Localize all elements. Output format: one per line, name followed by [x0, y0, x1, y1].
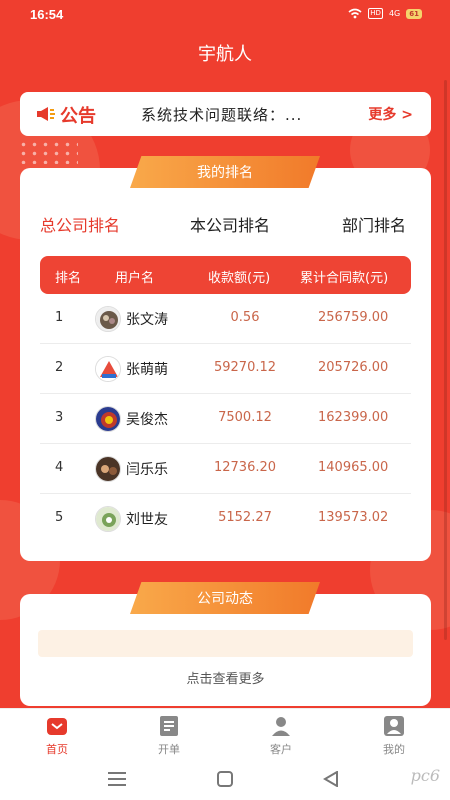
row-username: 张萌萌 — [126, 362, 168, 378]
table-row[interactable]: 1 张文涛 0.56 256759.00 — [40, 294, 411, 344]
home-button-icon[interactable] — [217, 771, 233, 787]
tab-order[interactable]: 开单 — [139, 715, 199, 757]
row-rank: 1 — [55, 310, 64, 325]
avatar — [95, 506, 121, 532]
tab-customer[interactable]: 客户 — [251, 715, 311, 757]
column-header-amount: 收款额(元) — [208, 271, 271, 286]
battery-icon: 61 — [406, 8, 422, 19]
news-card: 公司动态 点击查看更多 — [20, 582, 431, 706]
ranking-card: 我的排名 总公司排名 本公司排名 部门排名 排名 用户名 收款额(元) 累计合同… — [20, 156, 431, 561]
hd-badge: HD — [368, 8, 383, 19]
row-total: 140965.00 — [318, 460, 389, 475]
tab-department-ranking[interactable]: 部门排名 — [342, 212, 406, 236]
notice-tag: 公告 — [60, 106, 96, 127]
system-navbar: pc6 — [0, 760, 450, 800]
ranking-table-header: 排名 用户名 收款额(元) 累计合同款(元) — [40, 256, 411, 294]
row-rank: 2 — [55, 360, 64, 375]
row-username: 刘世友 — [126, 512, 168, 528]
row-total: 205726.00 — [318, 360, 389, 375]
notice-bar[interactable]: 公告 系统技术问题联络：... 更多 > — [20, 92, 431, 136]
news-section-title: 公司动态 — [130, 582, 320, 614]
ranking-tabs: 总公司排名 本公司排名 部门排名 — [20, 212, 431, 242]
notice-more-link[interactable]: 更多 > — [368, 104, 413, 124]
customer-icon — [272, 717, 290, 736]
tab-order-label: 开单 — [158, 743, 180, 756]
column-header-username: 用户名 — [115, 271, 155, 286]
tab-headquarters-ranking[interactable]: 总公司排名 — [40, 212, 120, 236]
back-icon[interactable] — [323, 771, 339, 787]
row-amount: 59270.12 — [213, 360, 277, 375]
row-total: 139573.02 — [318, 510, 389, 525]
home-icon — [47, 718, 67, 735]
row-username: 张文涛 — [126, 312, 168, 328]
row-total: 256759.00 — [318, 310, 389, 325]
row-amount: 7500.12 — [218, 410, 272, 425]
column-header-total: 累计合同款(元) — [300, 271, 389, 286]
row-username: 吴俊杰 — [126, 412, 168, 428]
row-total: 162399.00 — [318, 410, 389, 425]
avatar — [95, 356, 121, 382]
table-row[interactable]: 4 闫乐乐 12736.20 140965.00 — [40, 444, 411, 494]
avatar — [95, 306, 121, 332]
tab-company-ranking[interactable]: 本公司排名 — [190, 212, 270, 236]
row-rank: 3 — [55, 410, 64, 425]
tab-customer-label: 客户 — [270, 743, 292, 756]
wifi-icon — [348, 8, 362, 19]
signal-icon: 4G — [388, 9, 401, 18]
row-amount: 12736.20 — [213, 460, 277, 475]
status-bar: 16:54 HD 4G 61 — [0, 0, 450, 30]
news-list-empty — [38, 630, 413, 657]
row-rank: 4 — [55, 460, 64, 475]
megaphone-icon — [37, 107, 55, 121]
tab-profile[interactable]: 我的 — [364, 715, 424, 757]
notice-text[interactable]: 系统技术问题联络：... — [141, 104, 302, 125]
row-username: 闫乐乐 — [126, 462, 168, 478]
menu-icon[interactable] — [108, 772, 126, 786]
scrollbar[interactable] — [444, 80, 447, 640]
row-rank: 5 — [55, 510, 64, 525]
status-time: 16:54 — [30, 7, 64, 22]
app-title: 宇航人 — [198, 44, 252, 65]
column-header-rank: 排名 — [55, 271, 82, 286]
avatar — [95, 456, 121, 482]
decoration-dots — [18, 140, 78, 164]
ranking-section-title: 我的排名 — [130, 156, 320, 188]
table-row[interactable]: 2 张萌萌 59270.12 205726.00 — [40, 344, 411, 394]
watermark-logo: pc6 — [410, 766, 440, 785]
profile-icon — [384, 716, 404, 736]
tab-profile-label: 我的 — [383, 743, 405, 756]
table-row[interactable]: 5 刘世友 5152.27 139573.02 — [40, 494, 411, 544]
row-amount: 0.56 — [230, 310, 260, 325]
status-icons: HD 4G 61 — [348, 8, 422, 19]
table-row[interactable]: 3 吴俊杰 7500.12 162399.00 — [40, 394, 411, 444]
avatar — [95, 406, 121, 432]
order-icon — [160, 716, 178, 736]
tab-home[interactable]: 首页 — [27, 715, 87, 757]
row-amount: 5152.27 — [218, 510, 272, 525]
bottom-tabbar: 首页 开单 客户 我的 — [0, 708, 450, 760]
tab-home-label: 首页 — [46, 743, 68, 756]
news-more-link[interactable]: 点击查看更多 — [20, 668, 431, 687]
